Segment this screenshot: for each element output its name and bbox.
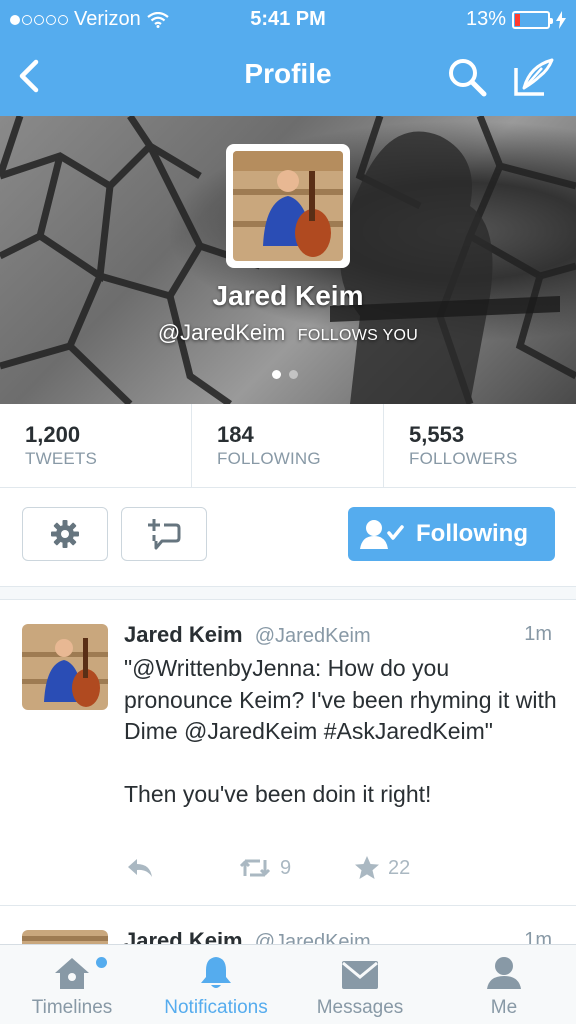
tweet-actions: 9 22: [124, 852, 544, 888]
search-icon[interactable]: [446, 56, 488, 98]
tweet-timestamp: 1m: [524, 623, 552, 645]
compose-icon[interactable]: [512, 56, 556, 98]
profile-name: Jared Keim: [212, 280, 364, 311]
followers-stat[interactable]: 5,553 FOLLOWERS: [384, 404, 576, 487]
profile-handle: @JaredKeim: [157, 320, 286, 345]
page-dot: [289, 370, 298, 379]
tab-label: Messages: [316, 997, 404, 1018]
notification-dot: [96, 957, 107, 968]
follow-user-icon: [360, 520, 404, 549]
tab-label: Me: [490, 997, 518, 1018]
battery-percent: 13%: [465, 8, 506, 30]
stat-value: 5,553: [409, 422, 465, 447]
reply-action[interactable]: [126, 856, 154, 880]
gear-icon: [51, 520, 79, 548]
tab-timelines[interactable]: Timelines: [0, 945, 144, 1024]
tweet[interactable]: Jared Keim @JaredKeim 1m: [0, 906, 576, 946]
page-dot: [272, 370, 281, 379]
star-icon: [355, 856, 379, 879]
person-icon: [487, 957, 521, 989]
tab-me[interactable]: Me: [432, 945, 576, 1024]
retweet-action[interactable]: 9: [238, 856, 291, 880]
tweets-stat[interactable]: 1,200 TWEETS: [0, 404, 192, 487]
profile-header-banner: Jared Keim @JaredKeim FOLLOWS YOU: [0, 116, 576, 404]
profile-avatar[interactable]: [226, 144, 350, 268]
battery-icon: [512, 10, 553, 29]
tab-label: Notifications: [164, 997, 268, 1018]
following-button[interactable]: Following: [348, 507, 555, 561]
stat-label: FOLLOWING: [217, 449, 321, 468]
charging-bolt-icon: [556, 10, 566, 29]
stat-value: 184: [217, 422, 254, 447]
section-divider: [0, 586, 576, 600]
retweet-count: 9: [280, 856, 292, 879]
favorite-action[interactable]: 22: [354, 855, 410, 881]
tweet-avatar[interactable]: [22, 624, 108, 710]
tweet-author-handle[interactable]: @JaredKeim: [255, 625, 371, 647]
bell-icon: [201, 957, 231, 988]
direct-message-button[interactable]: [121, 507, 207, 561]
envelope-icon: [342, 961, 378, 989]
home-icon: [55, 958, 89, 989]
battery-status: 13%: [466, 8, 566, 31]
retweet-icon: [239, 859, 271, 877]
tweet-author-name[interactable]: Jared Keim: [124, 622, 243, 647]
settings-button[interactable]: [22, 507, 108, 561]
tweet-text: "@WrittenbyJenna: How do you pronounce K…: [124, 655, 557, 807]
page-title: Profile: [244, 58, 332, 89]
status-bar: Verizon 5:41 PM 13%: [0, 0, 576, 38]
profile-actions: Following: [0, 488, 576, 586]
profile-stats: 1,200 TWEETS 184 FOLLOWING 5,553 FOLLOWE…: [0, 404, 576, 488]
tweet-header: Jared Keim @JaredKeim 1m: [124, 622, 554, 648]
profile-handle-row: @JaredKeim FOLLOWS YOU: [0, 320, 576, 346]
tab-bar: Timelines Notifications Messages Me: [0, 944, 576, 1024]
following-button-label: Following: [416, 520, 528, 547]
reply-icon: [128, 859, 152, 877]
tweet[interactable]: Jared Keim @JaredKeim 1m "@WrittenbyJenn…: [0, 600, 576, 906]
top-bar: Verizon 5:41 PM 13% Profile: [0, 0, 576, 116]
follows-you-badge: FOLLOWS YOU: [297, 327, 419, 344]
tab-notifications[interactable]: Notifications: [144, 945, 288, 1024]
header-page-indicator[interactable]: [272, 370, 298, 379]
avatar-image: [233, 151, 343, 261]
direct-message-icon: [148, 519, 181, 550]
stat-label: TWEETS: [25, 449, 98, 468]
tab-messages[interactable]: Messages: [288, 945, 432, 1024]
navigation-bar: Profile: [0, 38, 576, 116]
stat-label: FOLLOWERS: [409, 449, 518, 468]
tab-label: Timelines: [31, 997, 113, 1018]
stat-value: 1,200: [25, 422, 81, 447]
following-stat[interactable]: 184 FOLLOWING: [192, 404, 384, 487]
favorite-count: 22: [388, 856, 411, 879]
